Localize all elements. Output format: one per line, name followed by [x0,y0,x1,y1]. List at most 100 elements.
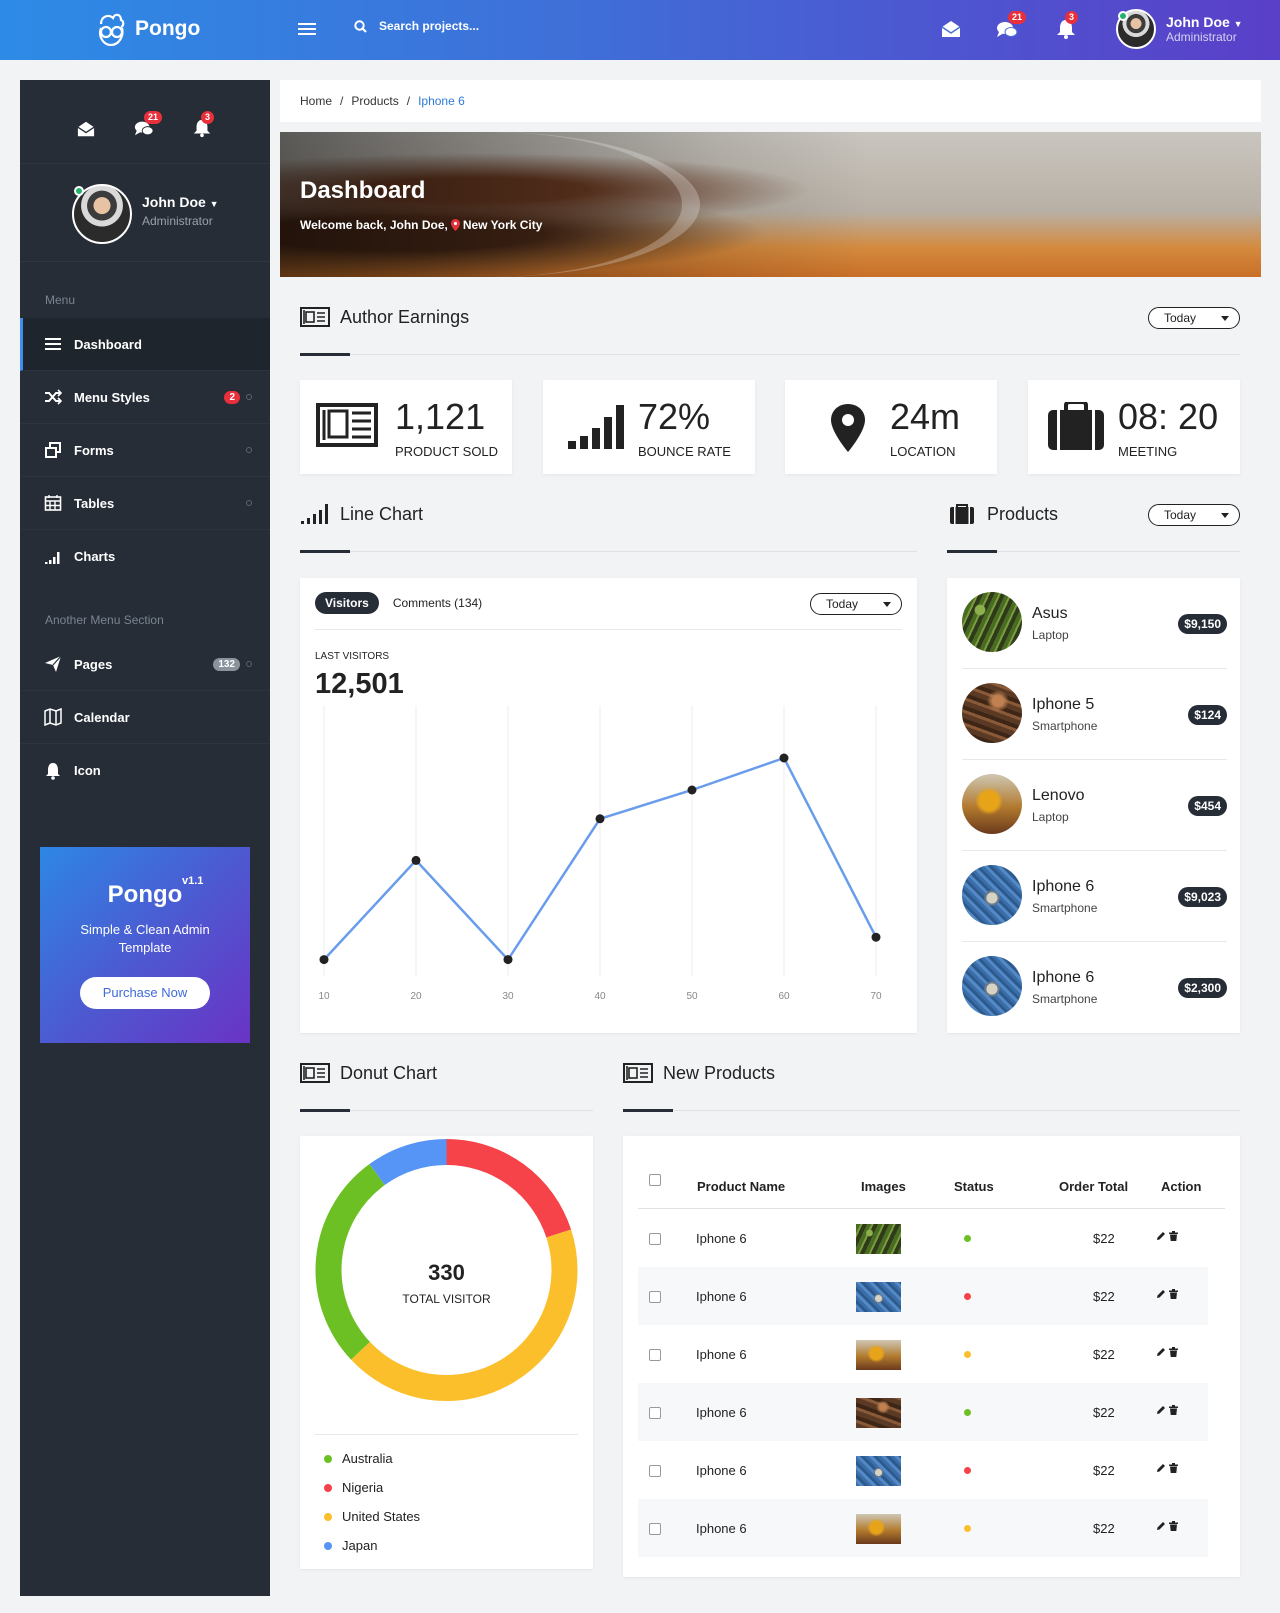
trash-icon[interactable] [1169,1521,1178,1531]
list-item[interactable]: Iphone 6 Smartphone $2,300 [962,942,1227,1033]
column-header[interactable]: Action [1161,1179,1201,1194]
menu-toggle-icon[interactable] [298,20,316,38]
sidebar-item-charts[interactable]: Charts [20,530,270,583]
data-point[interactable] [319,955,329,965]
purchase-now-button[interactable]: Purchase Now [80,977,210,1009]
sidebar-item-calendar[interactable]: Calendar [20,691,270,744]
products-period-dropdown[interactable]: Today [1148,504,1240,526]
stat-value: 72% [638,396,711,437]
bell-icon[interactable]: 3 [192,111,215,138]
sidebar: 21 3 John Doe ▼ Administrator Menu Dashb… [20,80,270,1596]
column-header[interactable]: Status [954,1179,994,1194]
data-point[interactable] [687,785,697,795]
earnings-period-dropdown[interactable]: Today [1148,307,1240,329]
order-total: $22 [1093,1405,1115,1420]
status-dot [964,1467,971,1474]
card-divider [315,1434,578,1435]
trash-icon[interactable] [1169,1347,1178,1357]
donut-segment-united-states[interactable] [351,1229,578,1401]
list-item[interactable]: Asus Laptop $9,150 [962,578,1227,669]
product-name: Iphone 6 [1032,878,1095,895]
brand[interactable]: Pongo [95,12,200,46]
column-header[interactable]: Order Total [1059,1179,1128,1194]
sidebar-profile[interactable]: John Doe ▼ Administrator [20,164,270,262]
data-point[interactable] [871,932,881,942]
envelope-icon[interactable] [76,120,96,138]
donut-chart-heading: Donut Chart [300,1062,437,1084]
list-item[interactable]: Lenovo Laptop $454 [962,760,1227,851]
envelope-icon[interactable] [940,18,962,40]
sidebar-item-pages[interactable]: Pages 132 [20,638,270,691]
donut-segment-japan[interactable] [369,1139,447,1186]
column-header[interactable]: Product Name [697,1179,785,1194]
product-category: Laptop [1032,810,1069,824]
product-name: Iphone 6 [696,1463,747,1478]
sidebar-item-tables[interactable]: Tables [20,477,270,530]
x-tick-label: 60 [778,991,790,1002]
row-checkbox[interactable] [649,1349,661,1361]
trash-icon[interactable] [1169,1405,1178,1415]
sidebar-item-icon[interactable]: Icon [20,744,270,797]
sidebar-item-menu-styles[interactable]: Menu Styles 2 [20,371,270,424]
trash-icon[interactable] [1169,1463,1178,1473]
data-point[interactable] [411,855,421,865]
stat-value: 1,121 [395,396,486,437]
row-checkbox[interactable] [649,1465,661,1477]
sidebar-item-label: Icon [74,763,101,778]
menu-styles-badge: 2 [224,390,240,404]
signal-icon [301,504,328,524]
product-thumbnail [856,1456,901,1486]
expand-indicator-icon [246,500,252,506]
product-name: Iphone 6 [696,1347,747,1362]
edit-icon[interactable] [1156,1463,1166,1473]
sidebar-item-label: Dashboard [74,336,142,352]
trash-icon[interactable] [1169,1231,1178,1241]
stat-label: BOUNCE RATE [638,444,731,459]
row-checkbox[interactable] [649,1291,661,1303]
chat-icon[interactable]: 21 [996,11,1027,40]
edit-icon[interactable] [1156,1289,1166,1299]
breadcrumb-home[interactable]: Home [300,94,332,108]
product-name: Lenovo [1032,787,1085,804]
edit-icon[interactable] [1156,1347,1166,1357]
column-header[interactable]: Images [861,1179,906,1194]
sidebar-section-label: Menu [45,293,76,307]
donut-segment-nigeria[interactable] [446,1139,572,1238]
caret-down-icon [1221,512,1229,518]
user-menu[interactable]: John Doe ▼ Administrator [1116,9,1243,49]
select-all-checkbox[interactable] [649,1174,661,1186]
data-point[interactable] [595,814,605,824]
sidebar-item-label: Tables [74,495,115,511]
x-tick-label: 40 [594,991,606,1002]
products-heading: Products [947,503,1058,525]
row-checkbox[interactable] [649,1523,661,1535]
product-category: Laptop [1032,628,1069,642]
edit-icon[interactable] [1156,1231,1166,1241]
bell-icon[interactable]: 3 [1055,11,1079,40]
sidebar-item-forms[interactable]: Forms [20,424,270,477]
row-checkbox[interactable] [649,1233,661,1245]
edit-icon[interactable] [1156,1405,1166,1415]
sidebar-item-label: Forms [74,442,114,458]
row-checkbox[interactable] [649,1407,661,1419]
product-image [962,865,1022,925]
list-item[interactable]: Iphone 6 Smartphone $9,023 [962,851,1227,942]
chat-icon[interactable]: 21 [133,111,163,138]
line-chart-card: Visitors Comments (134) Today LAST VISIT… [300,578,917,1033]
edit-icon[interactable] [1156,1521,1166,1531]
breadcrumb-products[interactable]: Products [351,94,398,108]
list-item[interactable]: Iphone 5 Smartphone $124 [962,669,1227,760]
status-dot [964,1235,971,1242]
newspaper-icon [316,403,378,447]
order-total: $22 [1093,1463,1115,1478]
data-point[interactable] [779,753,789,763]
trash-icon[interactable] [1169,1289,1178,1299]
section-divider [300,550,917,553]
sidebar-item-dashboard[interactable]: Dashboard [20,318,270,371]
search-input[interactable] [379,19,539,33]
data-point[interactable] [503,955,513,965]
product-name: Iphone 6 [696,1405,747,1420]
donut-total-label: TOTAL VISITOR [402,1292,491,1306]
signal-icon [45,551,60,564]
product-thumbnail [856,1398,901,1428]
